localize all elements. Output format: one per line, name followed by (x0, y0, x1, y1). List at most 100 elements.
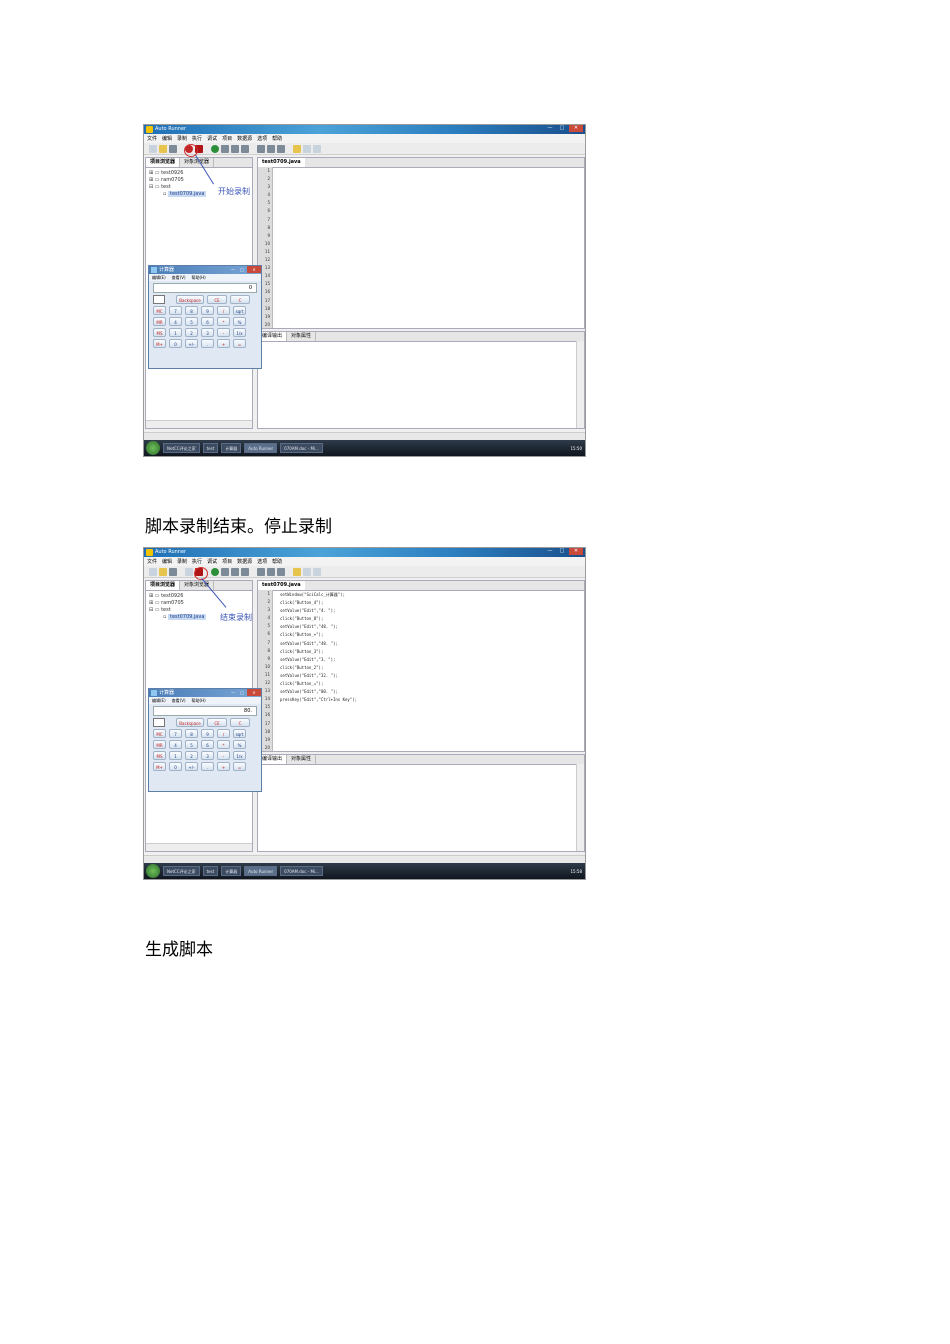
calc-button[interactable]: CE (207, 718, 227, 727)
calc-button[interactable]: 1/x (233, 328, 246, 337)
new-file-icon[interactable] (149, 567, 157, 576)
tab-object-properties[interactable]: 对象属性 (287, 755, 317, 764)
calc-button[interactable]: 5 (185, 740, 198, 749)
help-icon[interactable] (313, 144, 321, 153)
calc-button[interactable]: M+ (153, 339, 166, 348)
pause-icon[interactable] (231, 567, 239, 576)
record-icon[interactable] (185, 567, 193, 576)
arrow-icon[interactable] (241, 567, 249, 576)
taskbar-item[interactable]: NetCC评论之家 (163, 866, 200, 876)
menu-debug[interactable]: 调试 (207, 558, 217, 565)
calc-button[interactable]: M+ (153, 762, 166, 771)
minimize-button[interactable]: — (545, 548, 555, 555)
maximize-button[interactable]: □ (557, 548, 567, 555)
menu-edit[interactable]: 编辑 (162, 558, 172, 565)
grid-icon[interactable] (277, 144, 285, 153)
tab-compile-output[interactable]: 编译输出 (258, 332, 288, 341)
pause-icon[interactable] (231, 144, 239, 153)
calc-close-button[interactable]: ✕ (247, 689, 261, 696)
calc-button[interactable]: 0 (169, 762, 182, 771)
menu-run[interactable]: 执行 (192, 558, 202, 565)
menu-datasource[interactable]: 数据源 (237, 135, 252, 142)
calc-button[interactable]: 5 (185, 317, 198, 326)
save-icon[interactable] (169, 144, 177, 153)
vertical-scrollbar[interactable] (576, 764, 584, 851)
vertical-scrollbar[interactable] (576, 341, 584, 428)
calc-button[interactable]: 1/x (233, 751, 246, 760)
menu-datasource[interactable]: 数据源 (237, 558, 252, 565)
calc-button[interactable]: 1 (169, 751, 182, 760)
taskbar-item[interactable]: NetCC评论之家 (163, 443, 200, 453)
close-button[interactable]: ✕ (569, 125, 583, 132)
calc-button[interactable]: - (217, 751, 230, 760)
calc-button[interactable]: * (217, 740, 230, 749)
tab-project-browser[interactable]: 项目浏览器 (146, 158, 181, 167)
tree-item[interactable]: ⊞ ▭ test0926 (149, 170, 249, 177)
open-folder-icon[interactable] (159, 144, 167, 153)
calc-button[interactable]: 8 (185, 306, 198, 315)
calc-button[interactable]: +/- (185, 339, 198, 348)
calc-button[interactable]: C (230, 718, 250, 727)
calc-close-button[interactable]: ✕ (247, 266, 261, 273)
calc-button[interactable]: CE (207, 295, 227, 304)
calc-minimize-button[interactable]: — (229, 689, 237, 696)
object-spy-icon[interactable] (293, 144, 301, 153)
grid-icon[interactable] (267, 567, 275, 576)
code-area[interactable] (280, 168, 582, 328)
calc-button[interactable]: Backspace (176, 718, 204, 727)
calc-menu-item[interactable]: 帮助(H) (192, 697, 206, 704)
menu-file[interactable]: 文件 (147, 135, 157, 142)
calc-button[interactable]: MC (153, 729, 166, 738)
grid-icon[interactable] (267, 144, 275, 153)
save-icon[interactable] (169, 567, 177, 576)
taskbar-item[interactable]: 计算器 (221, 443, 242, 453)
taskbar-item[interactable]: Auto Runner (244, 443, 278, 453)
calc-button[interactable]: % (233, 740, 246, 749)
calc-button[interactable]: 8 (185, 729, 198, 738)
calc-button[interactable]: * (217, 317, 230, 326)
calc-button[interactable]: 1 (169, 328, 182, 337)
tab-object-properties[interactable]: 对象属性 (287, 332, 317, 341)
calc-button[interactable]: MS (153, 751, 166, 760)
taskbar-item[interactable]: 070AM.doc - Mi... (280, 866, 323, 876)
menu-help[interactable]: 帮助 (272, 558, 282, 565)
tab-editor-file[interactable]: test0709.java (258, 581, 305, 590)
taskbar-item[interactable]: Auto Runner (244, 866, 278, 876)
horizontal-scrollbar[interactable] (146, 420, 252, 428)
code-editor[interactable]: test0709.java 1 2 3 4 5 6 7 8 9 10 11 12 13 14 15 16 17 1… (257, 157, 585, 329)
calc-button[interactable]: - (217, 328, 230, 337)
step-icon[interactable] (221, 144, 229, 153)
grid-icon[interactable] (277, 567, 285, 576)
calc-maximize-button[interactable]: □ (238, 689, 246, 696)
minimize-button[interactable]: — (545, 125, 555, 132)
menu-options[interactable]: 选项 (257, 558, 267, 565)
menu-file[interactable]: 文件 (147, 558, 157, 565)
new-file-icon[interactable] (149, 144, 157, 153)
calc-button[interactable]: 6 (201, 740, 214, 749)
calc-button[interactable]: 4 (169, 317, 182, 326)
calc-button[interactable]: 3 (201, 328, 214, 337)
open-folder-icon[interactable] (159, 567, 167, 576)
calc-button[interactable]: 2 (185, 328, 198, 337)
calc-maximize-button[interactable]: □ (238, 266, 246, 273)
calc-button[interactable]: . (201, 339, 214, 348)
calc-minimize-button[interactable]: — (229, 266, 237, 273)
menu-project[interactable]: 项目 (222, 558, 232, 565)
step-icon[interactable] (221, 567, 229, 576)
tab-editor-file[interactable]: test0709.java (258, 158, 305, 167)
menu-run[interactable]: 执行 (192, 135, 202, 142)
menu-project[interactable]: 项目 (222, 135, 232, 142)
grid-icon[interactable] (257, 144, 265, 153)
calc-button[interactable]: sqrt (233, 306, 246, 315)
calc-button[interactable]: 3 (201, 751, 214, 760)
check-icon[interactable] (303, 567, 311, 576)
calc-button[interactable]: 6 (201, 317, 214, 326)
start-button[interactable] (146, 441, 160, 455)
calc-button[interactable]: 7 (169, 306, 182, 315)
calc-menu-item[interactable]: 查看(V) (172, 274, 186, 281)
calc-button[interactable]: 2 (185, 751, 198, 760)
calc-button[interactable]: / (217, 306, 230, 315)
taskbar-item[interactable]: test (202, 866, 219, 876)
calc-button[interactable]: +/- (185, 762, 198, 771)
menu-options[interactable]: 选项 (257, 135, 267, 142)
